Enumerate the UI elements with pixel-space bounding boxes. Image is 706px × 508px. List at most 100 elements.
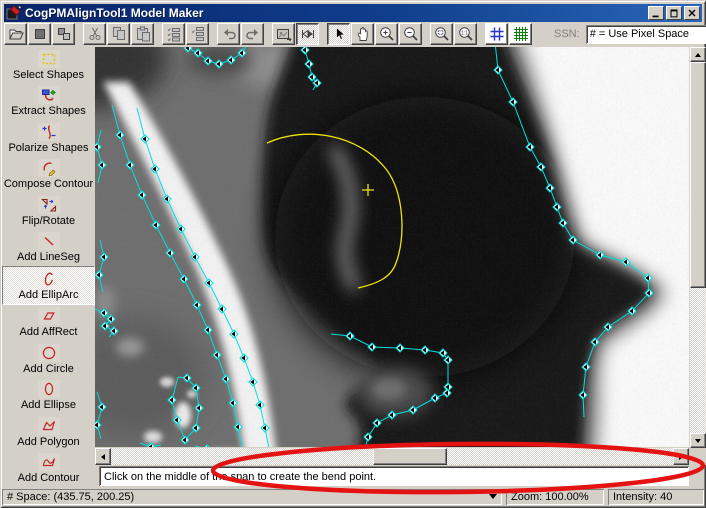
copy-shapes-button[interactable] xyxy=(52,23,75,45)
intensity-value: Intensity: 40 xyxy=(613,491,672,503)
pan-icon xyxy=(355,26,371,42)
sidebar-item-label: Compose Contour xyxy=(4,178,93,190)
sidebar-item-add-contour[interactable]: Add Contour xyxy=(2,451,95,488)
live-display-button[interactable] xyxy=(296,23,319,45)
add-contour-icon xyxy=(38,453,60,471)
sidebar-item-extract-shapes[interactable]: Extract Shapes xyxy=(2,84,95,121)
h-scroll-thumb[interactable] xyxy=(373,448,447,465)
toolbar: 1:1 SSN: xyxy=(2,21,704,47)
app-icon xyxy=(6,5,22,21)
current-image-button[interactable] xyxy=(28,23,51,45)
toolbar-group-4 xyxy=(272,23,320,45)
down-arrow-icon xyxy=(695,439,701,446)
maximize-button[interactable] xyxy=(666,6,682,20)
toolbar-group-0 xyxy=(4,23,76,45)
copy-icon xyxy=(111,26,127,42)
display-image-button[interactable] xyxy=(272,23,295,45)
list-checked-button[interactable] xyxy=(162,23,185,45)
model-image-canvas[interactable] xyxy=(95,47,689,447)
status-intensity-panel: Intensity: 40 xyxy=(608,489,704,505)
toolbar-group-2 xyxy=(162,23,210,45)
scroll-right-button[interactable] xyxy=(673,448,689,465)
flip-rotate-icon xyxy=(38,196,60,214)
redo-button[interactable] xyxy=(241,23,264,45)
sidebar-item-add-affrect[interactable]: Add AffRect xyxy=(2,305,95,342)
zoom-window-button[interactable] xyxy=(430,23,453,45)
list-checked-icon xyxy=(166,26,182,42)
sidebar-item-polarize-shapes[interactable]: Polarize Shapes xyxy=(2,120,95,157)
sidebar-item-label: Add AffRect xyxy=(20,326,78,338)
sidebar-item-select-shapes[interactable]: Select Shapes xyxy=(2,47,95,84)
ssn-label: SSN: xyxy=(554,28,580,40)
zoom-in-button[interactable] xyxy=(375,23,398,45)
sidebar-item-compose-contour[interactable]: Compose Contour xyxy=(2,157,95,194)
grid-subpixel-icon xyxy=(513,26,529,42)
sidebar-item-label: Add Ellipse xyxy=(21,399,76,411)
zoom-window-icon xyxy=(434,26,450,42)
status-space-panel: # Space: (435.75, 200.25) xyxy=(2,489,502,505)
svg-text:1:1: 1:1 xyxy=(461,30,468,36)
space-coordinates: # Space: (435.75, 200.25) xyxy=(7,491,134,503)
toolbar-group-3 xyxy=(217,23,265,45)
grid-subpixel-button[interactable] xyxy=(509,23,532,45)
minimize-button[interactable] xyxy=(648,6,664,20)
copy-shapes-icon xyxy=(56,26,72,42)
add-lineseg-icon xyxy=(38,232,60,250)
title-bar[interactable]: CogPMAlignTool1 Model Maker xyxy=(4,4,702,22)
sidebar-item-label: Extract Shapes xyxy=(11,105,86,117)
pan-button[interactable] xyxy=(351,23,374,45)
sidebar-item-add-elliparc[interactable]: Add EllipArc xyxy=(2,266,95,305)
right-arrow-icon xyxy=(679,454,686,460)
v-scroll-thumb[interactable] xyxy=(690,62,706,288)
open-button[interactable] xyxy=(4,23,27,45)
ssn-input[interactable] xyxy=(586,25,706,44)
sidebar-item-add-ellipse[interactable]: Add Ellipse xyxy=(2,378,95,415)
live-display-icon xyxy=(300,26,316,42)
copy-button[interactable] xyxy=(107,23,130,45)
display-image-icon xyxy=(276,26,292,42)
add-affrect-icon xyxy=(38,307,60,325)
sidebar-item-add-circle[interactable]: Add Circle xyxy=(2,341,95,378)
scroll-up-button[interactable] xyxy=(690,47,706,62)
extract-shapes-icon xyxy=(38,86,60,104)
toolbar-group-1 xyxy=(83,23,155,45)
sidebar-item-label: Flip/Rotate xyxy=(22,215,75,227)
sidebar-item-flip-rotate[interactable]: Flip/Rotate xyxy=(2,193,95,230)
model-maker-window: CogPMAlignTool1 Model Maker 1:1 SSN: Sele… xyxy=(0,0,706,508)
open-icon xyxy=(8,26,24,42)
sidebar-item-label: Add EllipArc xyxy=(19,289,79,301)
scrollbar-corner xyxy=(689,448,706,465)
zoom-one-to-one-button[interactable]: 1:1 xyxy=(454,23,477,45)
zoom-level: Zoom: 100.00% xyxy=(511,491,589,503)
redo-icon xyxy=(245,26,261,42)
window-title: CogPMAlignTool1 Model Maker xyxy=(25,6,646,20)
sidebar-item-label: Add Polygon xyxy=(17,436,79,448)
zoom-out-icon xyxy=(403,26,419,42)
sidebar-item-label: Add Contour xyxy=(18,472,80,484)
maximize-icon xyxy=(668,7,680,19)
space-dropdown-icon[interactable] xyxy=(489,494,497,503)
close-button[interactable] xyxy=(684,6,700,20)
shape-tool-sidebar: Select Shapes Extract Shapes Polarize Shap… xyxy=(2,47,95,487)
zoom-one-to-one-icon: 1:1 xyxy=(458,26,474,42)
zoom-out-button[interactable] xyxy=(399,23,422,45)
prompt-message: Click on the middle of the span to creat… xyxy=(104,471,376,483)
cut-icon xyxy=(87,26,103,42)
sidebar-item-label: Add Circle xyxy=(23,363,74,375)
pointer-button[interactable] xyxy=(327,23,350,45)
grid-pixel-button[interactable] xyxy=(485,23,508,45)
paste-button[interactable] xyxy=(131,23,154,45)
scroll-left-button[interactable] xyxy=(95,448,111,465)
cut-button[interactable] xyxy=(83,23,106,45)
add-elliparc-icon xyxy=(38,270,60,288)
list-partial-button[interactable] xyxy=(186,23,209,45)
pointer-icon xyxy=(331,26,347,42)
toolbar-group-7 xyxy=(485,23,533,45)
sidebar-item-add-polygon[interactable]: Add Polygon xyxy=(2,414,95,451)
sidebar-item-label: Polarize Shapes xyxy=(8,142,88,154)
undo-button[interactable] xyxy=(217,23,240,45)
grid-pixel-icon xyxy=(489,26,505,42)
scroll-down-button[interactable] xyxy=(690,433,706,448)
sidebar-item-add-lineseg[interactable]: Add LineSeg xyxy=(2,230,95,267)
select-shapes-icon xyxy=(38,50,60,68)
